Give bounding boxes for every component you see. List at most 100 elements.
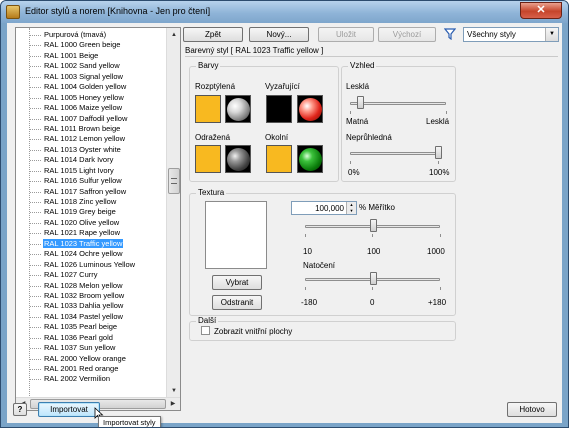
show-interior-label: Zobrazit vnitřní plochy xyxy=(214,327,293,336)
style-list-item-label: RAL 1020 Olive yellow xyxy=(44,217,120,227)
style-list-item[interactable]: RAL 1004 Golden yellow xyxy=(16,82,168,92)
new-button[interactable]: Nový... xyxy=(249,27,309,42)
style-list-item[interactable]: RAL 1032 Broom yellow xyxy=(16,291,168,301)
window-title: Editor stylů a norem [Knihovna - Jen pro… xyxy=(25,6,211,16)
style-list-item-label: RAL 1005 Honey yellow xyxy=(44,92,124,102)
style-list-item[interactable]: RAL 1006 Maize yellow xyxy=(16,103,168,113)
scroll-right-arrow-icon[interactable]: ▶ xyxy=(167,398,179,410)
rotation-slider[interactable] xyxy=(305,272,440,286)
style-list-item[interactable]: RAL 1014 Dark Ivory xyxy=(16,155,168,165)
rotation-tick-mid: 0 xyxy=(370,298,375,307)
scale-slider[interactable] xyxy=(305,219,440,233)
style-list-item-label: RAL 1015 Light Ivory xyxy=(44,165,114,175)
style-list-item-label: RAL 1026 Luminous Yellow xyxy=(44,259,136,269)
style-list-item-label: RAL 2001 Red orange xyxy=(44,364,119,373)
style-list-item[interactable]: RAL 1018 Zinc yellow xyxy=(16,197,168,207)
style-list-item-label: RAL 1035 Pearl beige xyxy=(44,322,118,332)
title-bar[interactable]: Editor stylů a norem [Knihovna - Jen pro… xyxy=(1,1,568,23)
scroll-up-arrow-icon[interactable]: ▲ xyxy=(168,29,180,41)
remove-texture-button[interactable]: Odstranit xyxy=(212,295,262,310)
save-button[interactable]: Uložit xyxy=(318,27,374,42)
style-list-item[interactable]: RAL 1023 Traffic yellow xyxy=(16,238,168,249)
style-list-item[interactable]: RAL 2001 Red orange xyxy=(16,364,168,374)
style-list-item[interactable]: RAL 1012 Lemon yellow xyxy=(16,134,168,144)
style-list-item[interactable]: RAL 1000 Green beige xyxy=(16,40,168,50)
chevron-down-icon[interactable]: ▼ xyxy=(545,28,558,41)
colors-group-title: Barvy xyxy=(196,61,221,70)
diffuse-label: Rozptýlená xyxy=(195,82,236,91)
filter-icon xyxy=(444,28,456,40)
style-list[interactable]: Purpurová (tmavá) RAL 1000 Green beige RAL… xyxy=(15,27,181,411)
style-list-item[interactable]: RAL 1036 Pearl gold xyxy=(16,333,168,343)
style-list-item[interactable]: RAL 1021 Rape yellow xyxy=(16,228,168,238)
opacity-min-label: 0% xyxy=(348,168,360,177)
emissive-preview-sphere xyxy=(297,95,323,123)
style-list-item[interactable]: Purpurová (tmavá) xyxy=(16,30,168,40)
spin-arrows-icon[interactable]: ▲ ▼ xyxy=(346,202,356,214)
opacity-label: Neprůhledná xyxy=(346,133,392,142)
default-button[interactable]: Výchozí xyxy=(378,27,436,42)
style-list-item[interactable]: RAL 1003 Signal yellow xyxy=(16,72,168,82)
style-list-item[interactable]: RAL 1024 Ochre yellow xyxy=(16,249,168,259)
style-list-item[interactable]: RAL 1033 Dahlia yellow xyxy=(16,301,168,311)
opacity-slider[interactable] xyxy=(350,146,442,160)
style-list-item-label: RAL 1036 Pearl gold xyxy=(44,332,113,342)
style-list-item[interactable]: RAL 1034 Pastel yellow xyxy=(16,312,168,322)
app-icon xyxy=(6,5,20,19)
style-filter-select[interactable]: Všechny styly ▼ xyxy=(463,27,559,42)
opacity-slider-thumb[interactable] xyxy=(435,146,442,159)
help-button[interactable]: ? xyxy=(13,403,27,416)
style-list-item-label: RAL 1032 Broom yellow xyxy=(44,290,125,300)
style-list-item[interactable]: RAL 1016 Sulfur yellow xyxy=(16,176,168,186)
style-list-item[interactable]: RAL 1019 Grey beige xyxy=(16,207,168,217)
scale-label: % Měřítko xyxy=(359,203,396,212)
specular-color-swatch[interactable] xyxy=(195,145,221,173)
style-list-item[interactable]: RAL 1035 Pearl beige xyxy=(16,322,168,332)
style-list-item[interactable]: RAL 1020 Olive yellow xyxy=(16,218,168,228)
matte-label: Matná xyxy=(346,117,369,126)
show-interior-checkbox[interactable] xyxy=(201,326,210,335)
style-list-item-label: RAL 1016 Sulfur yellow xyxy=(44,176,122,186)
style-list-item[interactable]: RAL 2002 Vermilion xyxy=(16,374,168,384)
scroll-down-arrow-icon[interactable]: ▼ xyxy=(168,385,180,397)
scale-tick-min: 10 xyxy=(303,247,312,256)
shininess-slider-thumb[interactable] xyxy=(356,96,364,109)
vertical-scrollbar[interactable]: ▲ ▼ xyxy=(166,28,180,398)
select-texture-button[interactable]: Vybrat xyxy=(212,275,262,290)
style-list-item[interactable]: RAL 1011 Brown beige xyxy=(16,124,168,134)
shiny-label: Lesklá xyxy=(346,82,370,91)
style-list-items: Purpurová (tmavá) RAL 1000 Green beige RAL… xyxy=(16,30,168,385)
appearance-group-title: Vzhled xyxy=(348,61,377,70)
style-list-item-label: RAL 1019 Grey beige xyxy=(44,207,116,217)
style-list-item[interactable]: RAL 1005 Honey yellow xyxy=(16,93,168,103)
opacity-max-label: 100% xyxy=(429,168,450,177)
style-list-item[interactable]: RAL 1026 Luminous Yellow xyxy=(16,260,168,270)
rotation-slider-thumb[interactable] xyxy=(369,272,377,285)
style-list-item[interactable]: RAL 2000 Yellow orange xyxy=(16,354,168,364)
ambient-label: Okolní xyxy=(265,133,289,142)
close-button[interactable]: ✕ xyxy=(520,2,562,19)
style-list-item[interactable]: RAL 1002 Sand yellow xyxy=(16,61,168,71)
diffuse-color-swatch[interactable] xyxy=(195,95,221,123)
back-button[interactable]: Zpět xyxy=(183,27,243,42)
style-list-item[interactable]: RAL 1001 Beige xyxy=(16,51,168,61)
ambient-color-swatch[interactable] xyxy=(266,145,292,173)
style-editor-window: Editor stylů a norem [Knihovna - Jen pro… xyxy=(0,0,569,428)
scale-input[interactable]: 100,000 ▲ ▼ xyxy=(291,201,357,215)
emissive-color-swatch[interactable] xyxy=(266,95,292,123)
style-list-item[interactable]: RAL 1017 Saffron yellow xyxy=(16,187,168,197)
style-list-item-label: RAL 1037 Sun yellow xyxy=(44,343,116,353)
vertical-scroll-thumb[interactable] xyxy=(168,168,180,194)
shininess-slider[interactable] xyxy=(350,96,446,110)
style-list-item[interactable]: RAL 1028 Melon yellow xyxy=(16,281,168,291)
style-list-item[interactable]: RAL 1037 Sun yellow xyxy=(16,343,168,353)
done-button[interactable]: Hotovo xyxy=(507,402,557,417)
import-button[interactable]: Importovat xyxy=(38,402,100,417)
style-list-item[interactable]: RAL 1027 Curry xyxy=(16,270,168,280)
style-list-item[interactable]: RAL 1007 Daffodil yellow xyxy=(16,114,168,124)
scale-slider-thumb[interactable] xyxy=(369,219,377,232)
rotation-tick-max: +180 xyxy=(428,298,447,307)
dialog-client-area: Purpurová (tmavá) RAL 1000 Green beige RAL… xyxy=(7,23,562,427)
style-list-item[interactable]: RAL 1015 Light Ivory xyxy=(16,166,168,176)
style-list-item[interactable]: RAL 1013 Oyster white xyxy=(16,145,168,155)
